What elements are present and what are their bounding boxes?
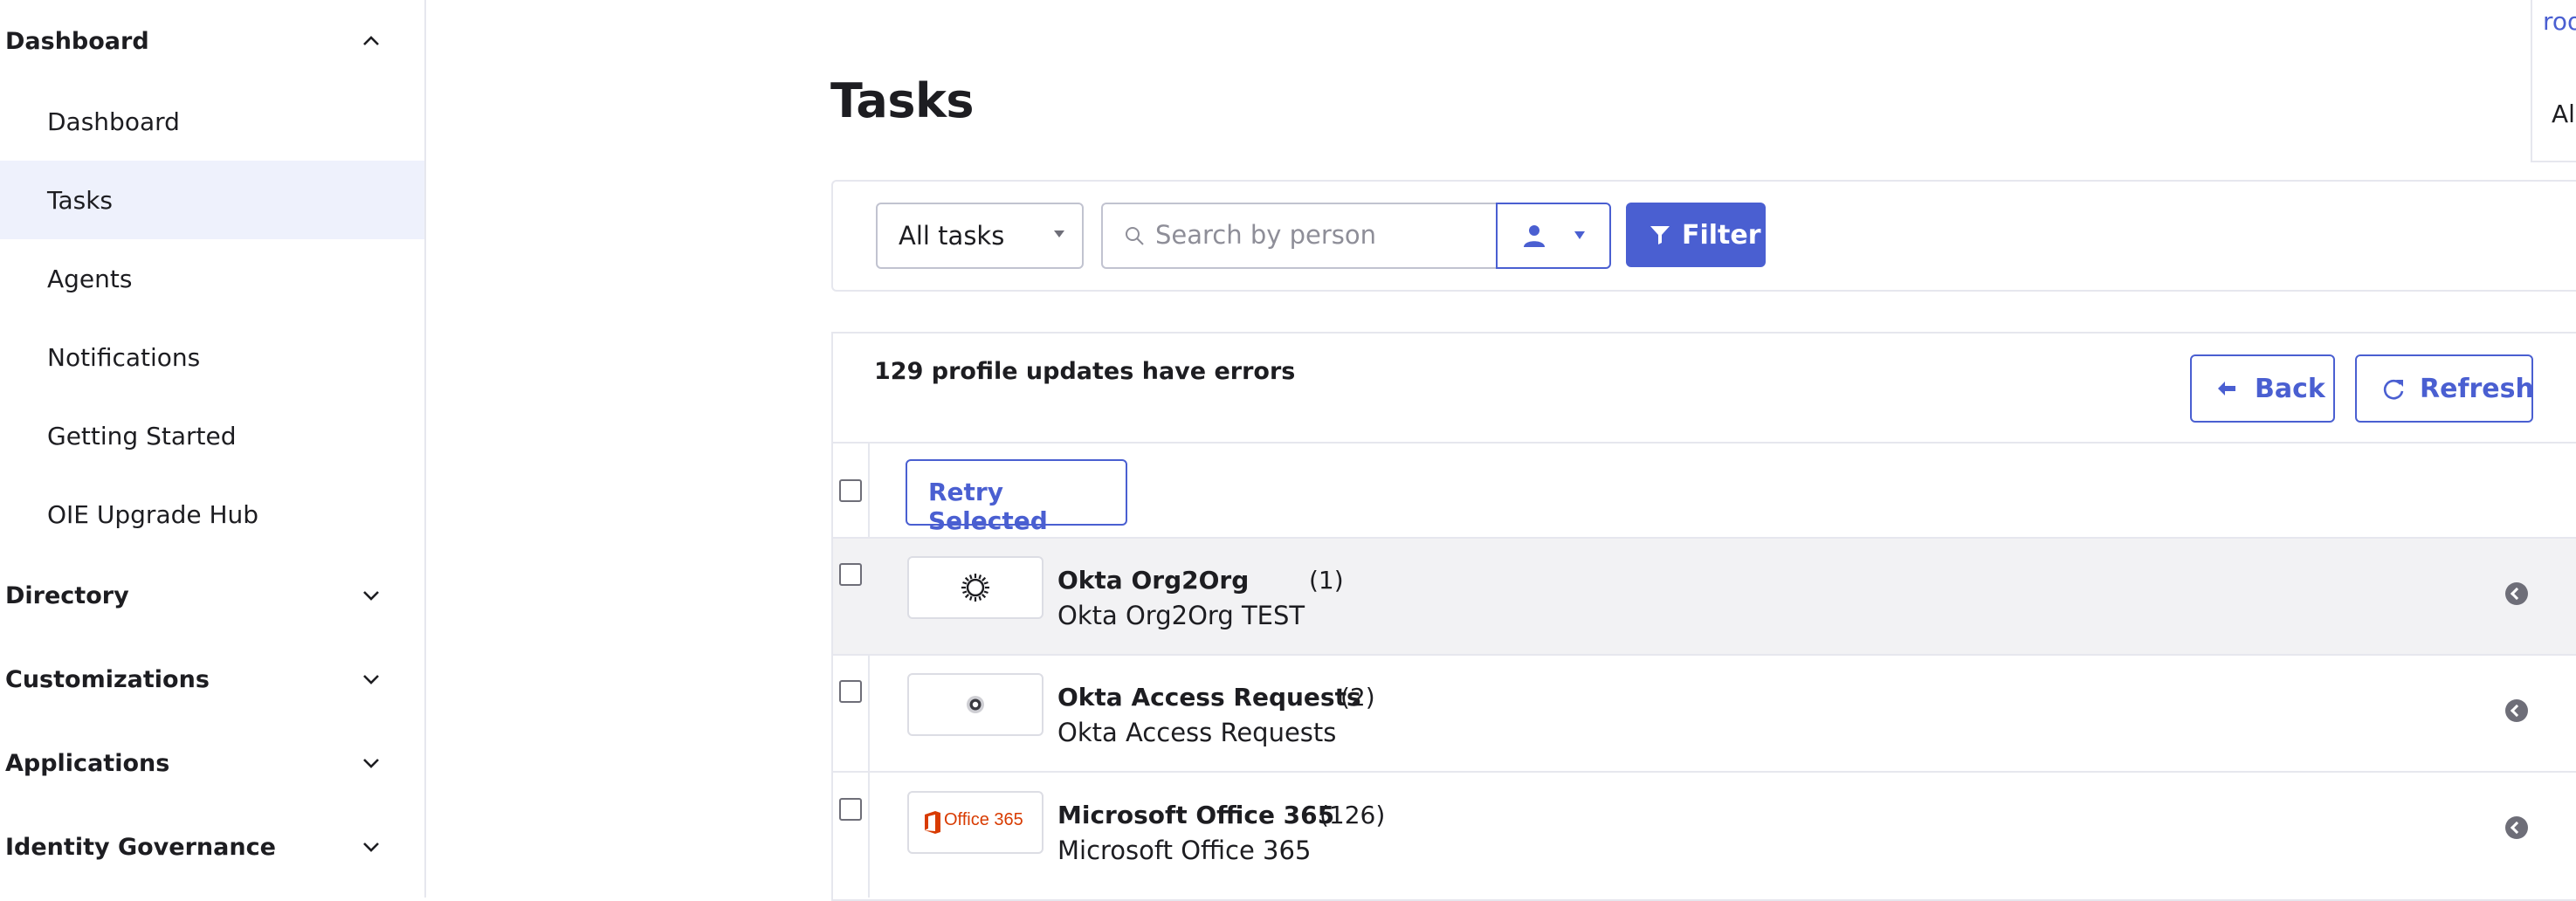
refresh-button[interactable]: Refresh	[2355, 354, 2534, 423]
person-icon	[1524, 225, 1545, 247]
nav-section-identity-governance[interactable]: Identity Governance	[0, 821, 424, 873]
app-name: Okta Access Requests	[1057, 683, 1361, 712]
sidebar: Dashboard Dashboard Tasks Agents Notific…	[0, 0, 426, 898]
caret-down-icon	[1054, 230, 1064, 237]
filter-button[interactable]: Filter	[1626, 203, 1766, 267]
nav-section-label: Applications	[5, 749, 170, 777]
chevron-down-icon	[363, 675, 379, 684]
table-row[interactable]	[833, 771, 2576, 890]
sidebar-item-label: Getting Started	[47, 421, 237, 450]
nav-section-label: Dashboard	[5, 27, 149, 55]
row-checkbox[interactable]	[839, 798, 862, 821]
back-button-label: Back	[2255, 374, 2325, 404]
sidebar-item-label: Notifications	[47, 342, 201, 372]
error-summary: 129 profile updates have errors	[874, 358, 1296, 385]
retry-selected-label: Retry Selected	[928, 478, 1048, 535]
right-panel-text: Al	[2552, 100, 2575, 128]
chevron-up-icon	[363, 36, 379, 45]
okta-sunburst-icon	[961, 574, 989, 602]
arrow-left-icon	[2218, 382, 2235, 395]
search-icon	[1126, 227, 1144, 245]
error-count: (2)	[1340, 683, 1375, 712]
search-input[interactable]	[1154, 211, 1489, 258]
app-name: Microsoft Office 365	[1057, 801, 1335, 829]
nav-section-label: Directory	[5, 581, 129, 609]
sidebar-item-label: Tasks	[47, 185, 114, 215]
app-instance: Okta Access Requests	[1057, 718, 1337, 747]
refresh-icon	[2383, 379, 2404, 400]
task-type-select[interactable]: All tasks	[876, 203, 1084, 269]
chevron-down-icon	[363, 759, 379, 768]
back-button[interactable]: Back	[2190, 354, 2335, 423]
expand-row-icon[interactable]	[2505, 582, 2528, 605]
sidebar-item-agents[interactable]: Agents	[0, 239, 424, 318]
retry-selected-button[interactable]: Retry Selected	[906, 459, 1127, 535]
nav-section-label: Identity Governance	[5, 833, 276, 861]
app-instance: Okta Org2Org TEST	[1057, 601, 1305, 630]
sidebar-item-label: Dashboard	[47, 107, 180, 136]
expand-row-icon[interactable]	[2505, 699, 2528, 722]
row-checkbox[interactable]	[839, 680, 862, 703]
app-logo: Office 365	[907, 791, 1043, 854]
sidebar-item-notifications[interactable]: Notifications	[0, 318, 424, 396]
sidebar-item-oie-upgrade-hub[interactable]: OIE Upgrade Hub	[0, 475, 424, 554]
expand-row-icon[interactable]	[2505, 816, 2528, 839]
office365-logo-text: Office 365	[944, 810, 1023, 829]
right-panel-link[interactable]: roo	[2543, 7, 2576, 36]
nav-section-label: Customizations	[5, 665, 210, 693]
funnel-icon	[1650, 226, 1670, 244]
app-logo	[907, 673, 1043, 736]
sidebar-item-dashboard[interactable]: Dashboard	[0, 82, 424, 161]
nav-section-dashboard[interactable]: Dashboard	[0, 15, 424, 67]
filter-button-label: Filter	[1682, 220, 1761, 251]
sidebar-item-label: OIE Upgrade Hub	[47, 499, 259, 529]
refresh-button-label: Refresh	[2420, 374, 2534, 404]
nav-section-directory[interactable]: Directory	[0, 569, 424, 622]
page-title: Tasks	[830, 73, 975, 128]
error-count: (1)	[1309, 566, 1344, 595]
search-by-person-field[interactable]	[1101, 203, 1498, 269]
task-type-select-value: All tasks	[899, 221, 1005, 251]
sidebar-item-getting-started[interactable]: Getting Started	[0, 396, 424, 475]
error-count: (126)	[1319, 801, 1386, 829]
row-checkbox[interactable]	[839, 563, 862, 586]
nav-section-customizations[interactable]: Customizations	[0, 653, 424, 705]
chevron-down-icon	[363, 591, 379, 601]
app-instance: Microsoft Office 365	[1057, 836, 1312, 865]
nav-section-applications[interactable]: Applications	[0, 737, 424, 789]
sidebar-item-label: Agents	[47, 264, 133, 293]
table-row[interactable]	[833, 537, 2576, 656]
caret-down-icon	[1574, 231, 1585, 239]
office365-logo	[925, 811, 940, 834]
app-name: Okta Org2Org	[1057, 566, 1250, 595]
chevron-down-icon	[363, 843, 379, 852]
okta-ring-icon	[967, 696, 984, 713]
person-type-dropdown[interactable]	[1496, 203, 1611, 269]
table-row[interactable]	[833, 654, 2576, 773]
select-all-checkbox[interactable]	[839, 479, 862, 502]
sidebar-item-tasks[interactable]: Tasks	[0, 161, 424, 239]
app-logo	[907, 556, 1043, 619]
